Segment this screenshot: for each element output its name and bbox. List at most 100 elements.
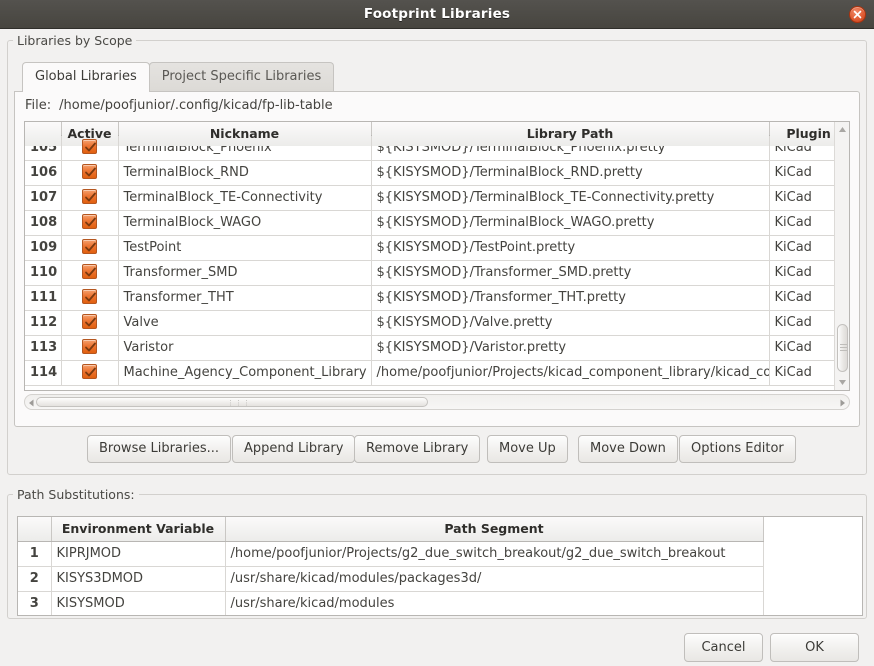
library-path-cell[interactable]: ${KISYSMOD}/TestPoint.pretty	[371, 235, 770, 261]
table-row[interactable]: 109 TestPoint ${KISYSMOD}/TestPoint.pretty…	[25, 235, 849, 261]
checkbox-icon[interactable]	[82, 264, 97, 279]
nickname-cell[interactable]: TerminalBlock_WAGO	[118, 210, 372, 236]
nickname-cell[interactable]: TerminalBlock_TE-Connectivity	[118, 185, 372, 211]
environment-variable-cell[interactable]: KISYSMOD	[51, 591, 226, 615]
active-cell[interactable]	[61, 285, 119, 311]
table-row[interactable]: 108 TerminalBlock_WAGO ${KISYSMOD}/Termina…	[25, 210, 849, 236]
subs-col-path-segment[interactable]: Path Segment	[225, 517, 764, 542]
library-path-cell[interactable]: ${KISYSMOD}/Varistor.pretty	[371, 335, 770, 361]
library-table-scroll-content: Active Nickname Library Path Plugin T 10…	[25, 122, 849, 386]
path-segment-cell[interactable]: /usr/share/kicad/modules/packages3d/	[225, 566, 764, 592]
checkbox-icon[interactable]	[82, 339, 97, 354]
table-row[interactable]: 112 Valve ${KISYSMOD}/Valve.pretty KiCad	[25, 310, 849, 336]
list-item[interactable]: 1 KIPRJMOD/home/poofjunior/Projects/g2_du…	[18, 541, 764, 567]
environment-variable-cell[interactable]: KIPRJMOD	[51, 541, 226, 567]
library-path-cell[interactable]: ${KISYSMOD}/Transformer_THT.pretty	[371, 285, 770, 311]
subs-row-number[interactable]: 2	[18, 566, 52, 592]
options-editor-button[interactable]: Options Editor	[679, 435, 796, 463]
library-path-cell[interactable]: ${KISYSMOD}/TerminalBlock_TE-Connectivit…	[371, 185, 770, 211]
hscroll-thumb[interactable]: ⋮⋮⋮	[36, 397, 428, 407]
row-number[interactable]: 106	[25, 160, 62, 186]
window-title: Footprint Libraries	[363, 6, 511, 22]
subs-col-rownum[interactable]	[18, 517, 52, 542]
col-nickname[interactable]: Nickname	[118, 122, 372, 147]
checkbox-icon[interactable]	[82, 289, 97, 304]
library-path-cell[interactable]: /home/poofjunior/Projects/kicad_componen…	[371, 360, 770, 386]
active-cell[interactable]	[61, 360, 119, 386]
library-table-hscrollbar[interactable]: ⋮⋮⋮	[24, 394, 850, 410]
scroll-up-icon[interactable]	[838, 125, 847, 134]
scroll-down-icon[interactable]	[838, 378, 847, 387]
checkbox-icon[interactable]	[82, 364, 97, 379]
checkbox-icon[interactable]	[82, 164, 97, 179]
library-table-vscrollbar[interactable]	[834, 122, 849, 390]
list-item[interactable]: 2 KISYS3DMOD/usr/share/kicad/modules/pack…	[18, 566, 764, 592]
row-number[interactable]: 114	[25, 360, 62, 386]
nickname-cell[interactable]: Varistor	[118, 335, 372, 361]
tab-project-specific-libraries[interactable]: Project Specific Libraries	[148, 62, 335, 91]
nickname-cell[interactable]: Machine_Agency_Component_Library	[118, 360, 372, 386]
active-cell[interactable]	[61, 310, 119, 336]
subs-row-number[interactable]: 3	[18, 591, 52, 615]
move-up-button[interactable]: Move Up	[487, 435, 568, 463]
active-cell[interactable]	[61, 335, 119, 361]
path-segment-cell[interactable]: /home/poofjunior/Projects/g2_due_switch_…	[225, 541, 764, 567]
table-row[interactable]: 106 TerminalBlock_RND ${KISYSMOD}/Terminal…	[25, 160, 849, 186]
scroll-right-icon[interactable]	[839, 399, 846, 407]
move-down-button[interactable]: Move Down	[578, 435, 678, 463]
subs-col-environment-variable[interactable]: Environment Variable	[51, 517, 226, 542]
path-substitutions-area: Environment Variable Path Segment 1 KIPRJ…	[7, 494, 867, 619]
row-number[interactable]: 113	[25, 335, 62, 361]
list-item[interactable]: 3 KISYSMOD/usr/share/kicad/modules	[18, 591, 764, 615]
active-cell[interactable]	[61, 185, 119, 211]
library-path-cell[interactable]: ${KISYSMOD}/TerminalBlock_RND.pretty	[371, 160, 770, 186]
browse-libraries-button[interactable]: Browse Libraries...	[87, 435, 232, 463]
checkbox-icon[interactable]	[82, 314, 97, 329]
row-number[interactable]: 110	[25, 260, 62, 286]
tab-global-libraries[interactable]: Global Libraries	[22, 62, 150, 92]
nickname-cell[interactable]: Transformer_THT	[118, 285, 372, 311]
active-cell[interactable]	[61, 160, 119, 186]
checkbox-icon[interactable]	[82, 214, 97, 229]
library-path-cell[interactable]: ${KISYSMOD}/Valve.pretty	[371, 310, 770, 336]
remove-library-button[interactable]: Remove Library	[354, 435, 481, 463]
append-library-button[interactable]: Append Library	[232, 435, 356, 463]
path-substitutions-table[interactable]: Environment Variable Path Segment 1 KIPRJ…	[17, 516, 863, 616]
ok-button[interactable]: OK	[770, 633, 859, 662]
checkbox-icon[interactable]	[82, 189, 97, 204]
close-glyph	[853, 10, 862, 19]
row-number[interactable]: 112	[25, 310, 62, 336]
table-row[interactable]: 107 TerminalBlock_TE-Connectivity ${KISYSM…	[25, 185, 849, 211]
active-cell[interactable]	[61, 210, 119, 236]
active-cell[interactable]	[61, 235, 119, 261]
subs-row-number[interactable]: 1	[18, 541, 52, 567]
library-table[interactable]: Active Nickname Library Path Plugin T 10…	[24, 121, 850, 391]
path-substitutions-grid: Environment Variable Path Segment 1 KIPRJ…	[18, 517, 764, 615]
nickname-cell[interactable]: TerminalBlock_RND	[118, 160, 372, 186]
col-rownum[interactable]	[25, 122, 62, 147]
nickname-cell[interactable]: TestPoint	[118, 235, 372, 261]
cancel-button[interactable]: Cancel	[684, 633, 763, 662]
vscroll-thumb[interactable]	[837, 324, 848, 372]
row-number[interactable]: 107	[25, 185, 62, 211]
tab-strip: Global Libraries Project Specific Librar…	[22, 62, 335, 92]
active-cell[interactable]	[61, 260, 119, 286]
close-icon[interactable]	[849, 6, 866, 23]
nickname-cell[interactable]: Valve	[118, 310, 372, 336]
environment-variable-cell[interactable]: KISYS3DMOD	[51, 566, 226, 592]
library-path-cell[interactable]: ${KISYSMOD}/TerminalBlock_WAGO.pretty	[371, 210, 770, 236]
checkbox-icon[interactable]	[82, 139, 97, 154]
library-path-cell[interactable]: ${KISYSMOD}/Transformer_SMD.pretty	[371, 260, 770, 286]
table-row[interactable]: 113 Varistor ${KISYSMOD}/Varistor.pretty Ki…	[25, 335, 849, 361]
row-number[interactable]: 111	[25, 285, 62, 311]
table-row[interactable]: 111 Transformer_THT ${KISYSMOD}/Transforme…	[25, 285, 849, 311]
row-number[interactable]: 108	[25, 210, 62, 236]
table-row[interactable]: 110 Transformer_SMD ${KISYSMOD}/Transforme…	[25, 260, 849, 286]
row-number[interactable]: 109	[25, 235, 62, 261]
scroll-left-icon[interactable]	[28, 399, 35, 407]
checkbox-icon[interactable]	[82, 239, 97, 254]
nickname-cell[interactable]: Transformer_SMD	[118, 260, 372, 286]
path-segment-cell[interactable]: /usr/share/kicad/modules	[225, 591, 764, 615]
table-row[interactable]: 114 Machine_Agency_Component_Library/home…	[25, 360, 849, 386]
col-library-path[interactable]: Library Path	[371, 122, 770, 147]
